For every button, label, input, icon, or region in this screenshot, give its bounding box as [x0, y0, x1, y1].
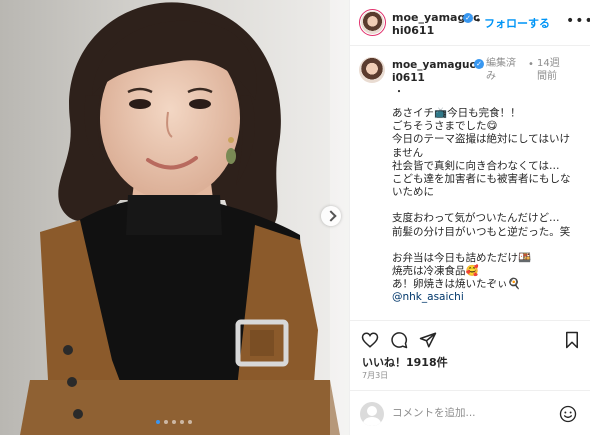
caption-bullet: ・ — [394, 87, 404, 98]
verified-badge-icon: ✓ — [463, 13, 473, 23]
viewer-avatar — [360, 402, 384, 426]
caption-line: 焼売は冷凍食品🥰 — [392, 265, 479, 278]
follow-button[interactable]: フォローする — [484, 15, 550, 31]
caption-line: 支度おわって気がついたんだけど… — [392, 212, 560, 225]
caption-line: お弁当は今日も詰めただけ🍱 — [392, 251, 532, 264]
carousel-dot — [188, 420, 192, 424]
likes-count[interactable]: いいね！1918件 — [362, 354, 448, 370]
caption-line: こども達を加害者にも被害者にもしないために — [392, 173, 571, 199]
comment-bubble-icon[interactable] — [390, 331, 408, 349]
caption-line: 前髪の分け目がいつもと逆だった。笑 — [392, 225, 571, 238]
portrait-image — [0, 0, 349, 435]
header-separator: • — [475, 14, 482, 27]
comment-composer — [350, 390, 590, 435]
mention-link[interactable]: @nhk_asaichi — [392, 291, 572, 304]
avatar-image — [359, 57, 385, 83]
post-date[interactable]: 7月3日 — [362, 370, 388, 381]
paper-plane-icon[interactable] — [419, 331, 437, 349]
post-time-ago[interactable]: 14週間前 — [537, 57, 567, 83]
caption-line: 社会皆で真剣に向き合わなくては… — [392, 159, 560, 172]
carousel-dot — [172, 420, 176, 424]
carousel-dot — [180, 420, 184, 424]
caption-line: ごちそうさまでした😋 — [392, 120, 498, 133]
caption-line: 今日のテーマ盗撮は絶対にしてはいけません — [392, 133, 570, 159]
carousel-next-button[interactable] — [321, 206, 341, 226]
verified-badge-icon: ✓ — [474, 59, 484, 69]
post-side-panel: moe_yamaguchi0611 ✓ • フォローする ••• moe_yam… — [349, 0, 590, 435]
post-header: moe_yamaguchi0611 ✓ • フォローする ••• — [350, 0, 590, 46]
more-options-button[interactable]: ••• — [566, 14, 590, 28]
smiley-icon[interactable] — [559, 405, 577, 423]
post-photo[interactable] — [0, 0, 349, 435]
username-text: moe_yamaguchi0611 — [392, 59, 484, 84]
bookmark-icon[interactable] — [564, 331, 580, 349]
author-avatar[interactable] — [359, 9, 386, 36]
caption-author-avatar[interactable] — [359, 57, 385, 83]
carousel-dot — [156, 420, 160, 424]
caption-section: moe_yamaguchi0611 ✓ 編集済み • 14週間前 ・ あさイチ📺… — [350, 47, 590, 319]
carousel-indicators — [156, 420, 192, 424]
heart-icon[interactable] — [361, 331, 379, 349]
carousel-dot — [164, 420, 168, 424]
comment-input[interactable] — [392, 404, 552, 422]
avatar-image — [361, 11, 384, 34]
caption-author-username[interactable]: moe_yamaguchi0611 — [392, 59, 486, 85]
edited-label: 編集済み — [486, 58, 516, 82]
caption-text: あさイチ📺今日も完食！！ ごちそうさまでした😋 今日のテーマ盗撮は絶対にしてはい… — [392, 107, 572, 305]
caption-line: あさイチ📺今日も完食！！ — [392, 107, 521, 119]
caption-separator: • — [528, 59, 534, 70]
caption-line: あ！卵焼きは焼いたぞぃ🍳 — [392, 278, 521, 291]
